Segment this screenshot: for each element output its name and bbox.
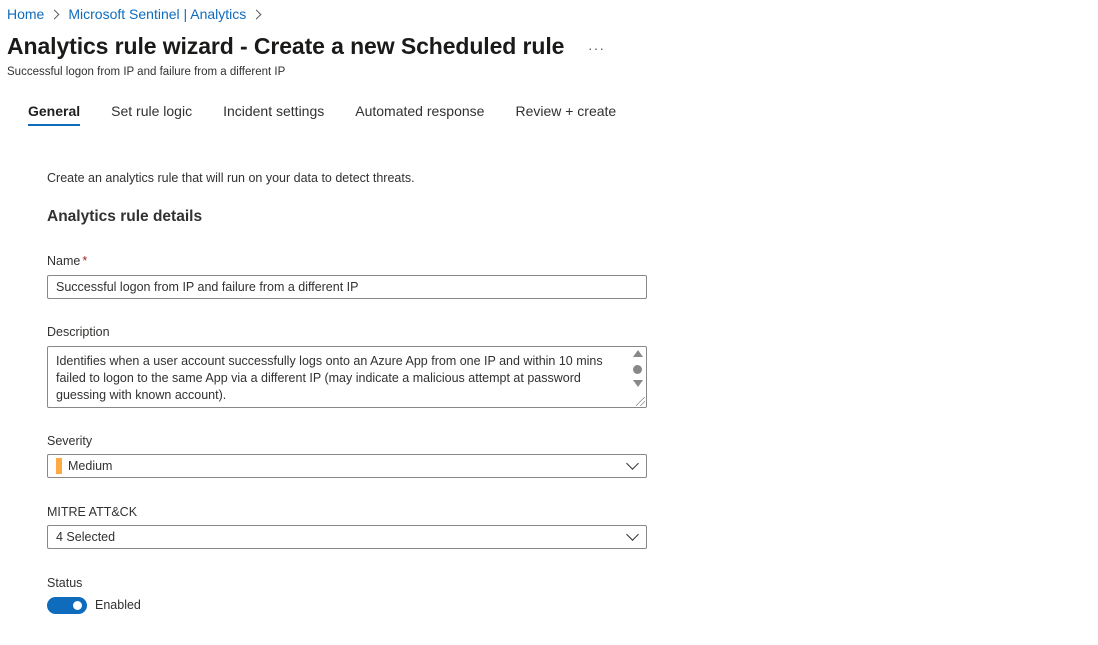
name-label: Name * <box>47 254 87 268</box>
severity-label: Severity <box>47 434 93 448</box>
analytics-rule-wizard-page: Home Microsoft Sentinel | Analytics Anal… <box>0 0 1098 645</box>
section-title: Analytics rule details <box>47 208 203 225</box>
name-field[interactable] <box>47 275 647 299</box>
tab-review-create[interactable]: Review + create <box>515 103 616 127</box>
status-label: Status <box>47 576 83 590</box>
ellipsis-icon[interactable]: ··· <box>588 40 605 56</box>
tab-incident-settings[interactable]: Incident settings <box>223 103 324 127</box>
severity-value: Medium <box>68 459 113 473</box>
scroll-up-icon[interactable] <box>633 350 643 357</box>
description-label: Description <box>47 325 110 339</box>
intro-text: Create an analytics rule that will run o… <box>47 171 415 185</box>
chevron-down-icon <box>626 457 639 470</box>
breadcrumb-home[interactable]: Home <box>7 6 44 22</box>
mitre-label: MITRE ATT&CK <box>47 505 138 519</box>
severity-color-indicator <box>56 458 62 474</box>
breadcrumb-sentinel-analytics[interactable]: Microsoft Sentinel | Analytics <box>68 6 246 22</box>
chevron-down-icon <box>626 528 639 541</box>
status-value: Enabled <box>95 598 141 612</box>
required-marker: * <box>82 254 88 268</box>
resize-grip-icon[interactable] <box>636 397 645 406</box>
severity-dropdown[interactable]: Medium <box>47 454 647 478</box>
description-text[interactable]: Identifies when a user account successfu… <box>56 353 628 404</box>
description-textarea[interactable]: Identifies when a user account successfu… <box>47 346 647 408</box>
tab-automated-response[interactable]: Automated response <box>355 103 484 127</box>
status-toggle[interactable] <box>47 597 87 614</box>
tab-general[interactable]: General <box>28 103 81 127</box>
description-scrollbar[interactable] <box>632 349 644 399</box>
wizard-tabs: General Set rule logic Incident settings… <box>28 103 647 127</box>
name-label-text: Name <box>47 254 81 268</box>
scroll-down-icon[interactable] <box>633 380 643 387</box>
mitre-value: 4 Selected <box>56 530 116 544</box>
page-subtitle: Successful logon from IP and failure fro… <box>7 66 286 78</box>
mitre-dropdown[interactable]: 4 Selected <box>47 525 647 549</box>
breadcrumb: Home Microsoft Sentinel | Analytics <box>7 6 270 22</box>
scroll-thumb[interactable] <box>633 365 642 374</box>
chevron-right-icon <box>49 9 60 19</box>
toggle-knob <box>73 601 82 610</box>
chevron-right-icon <box>251 9 262 19</box>
page-title: Analytics rule wizard - Create a new Sch… <box>7 33 565 59</box>
tab-set-rule-logic[interactable]: Set rule logic <box>111 103 192 127</box>
